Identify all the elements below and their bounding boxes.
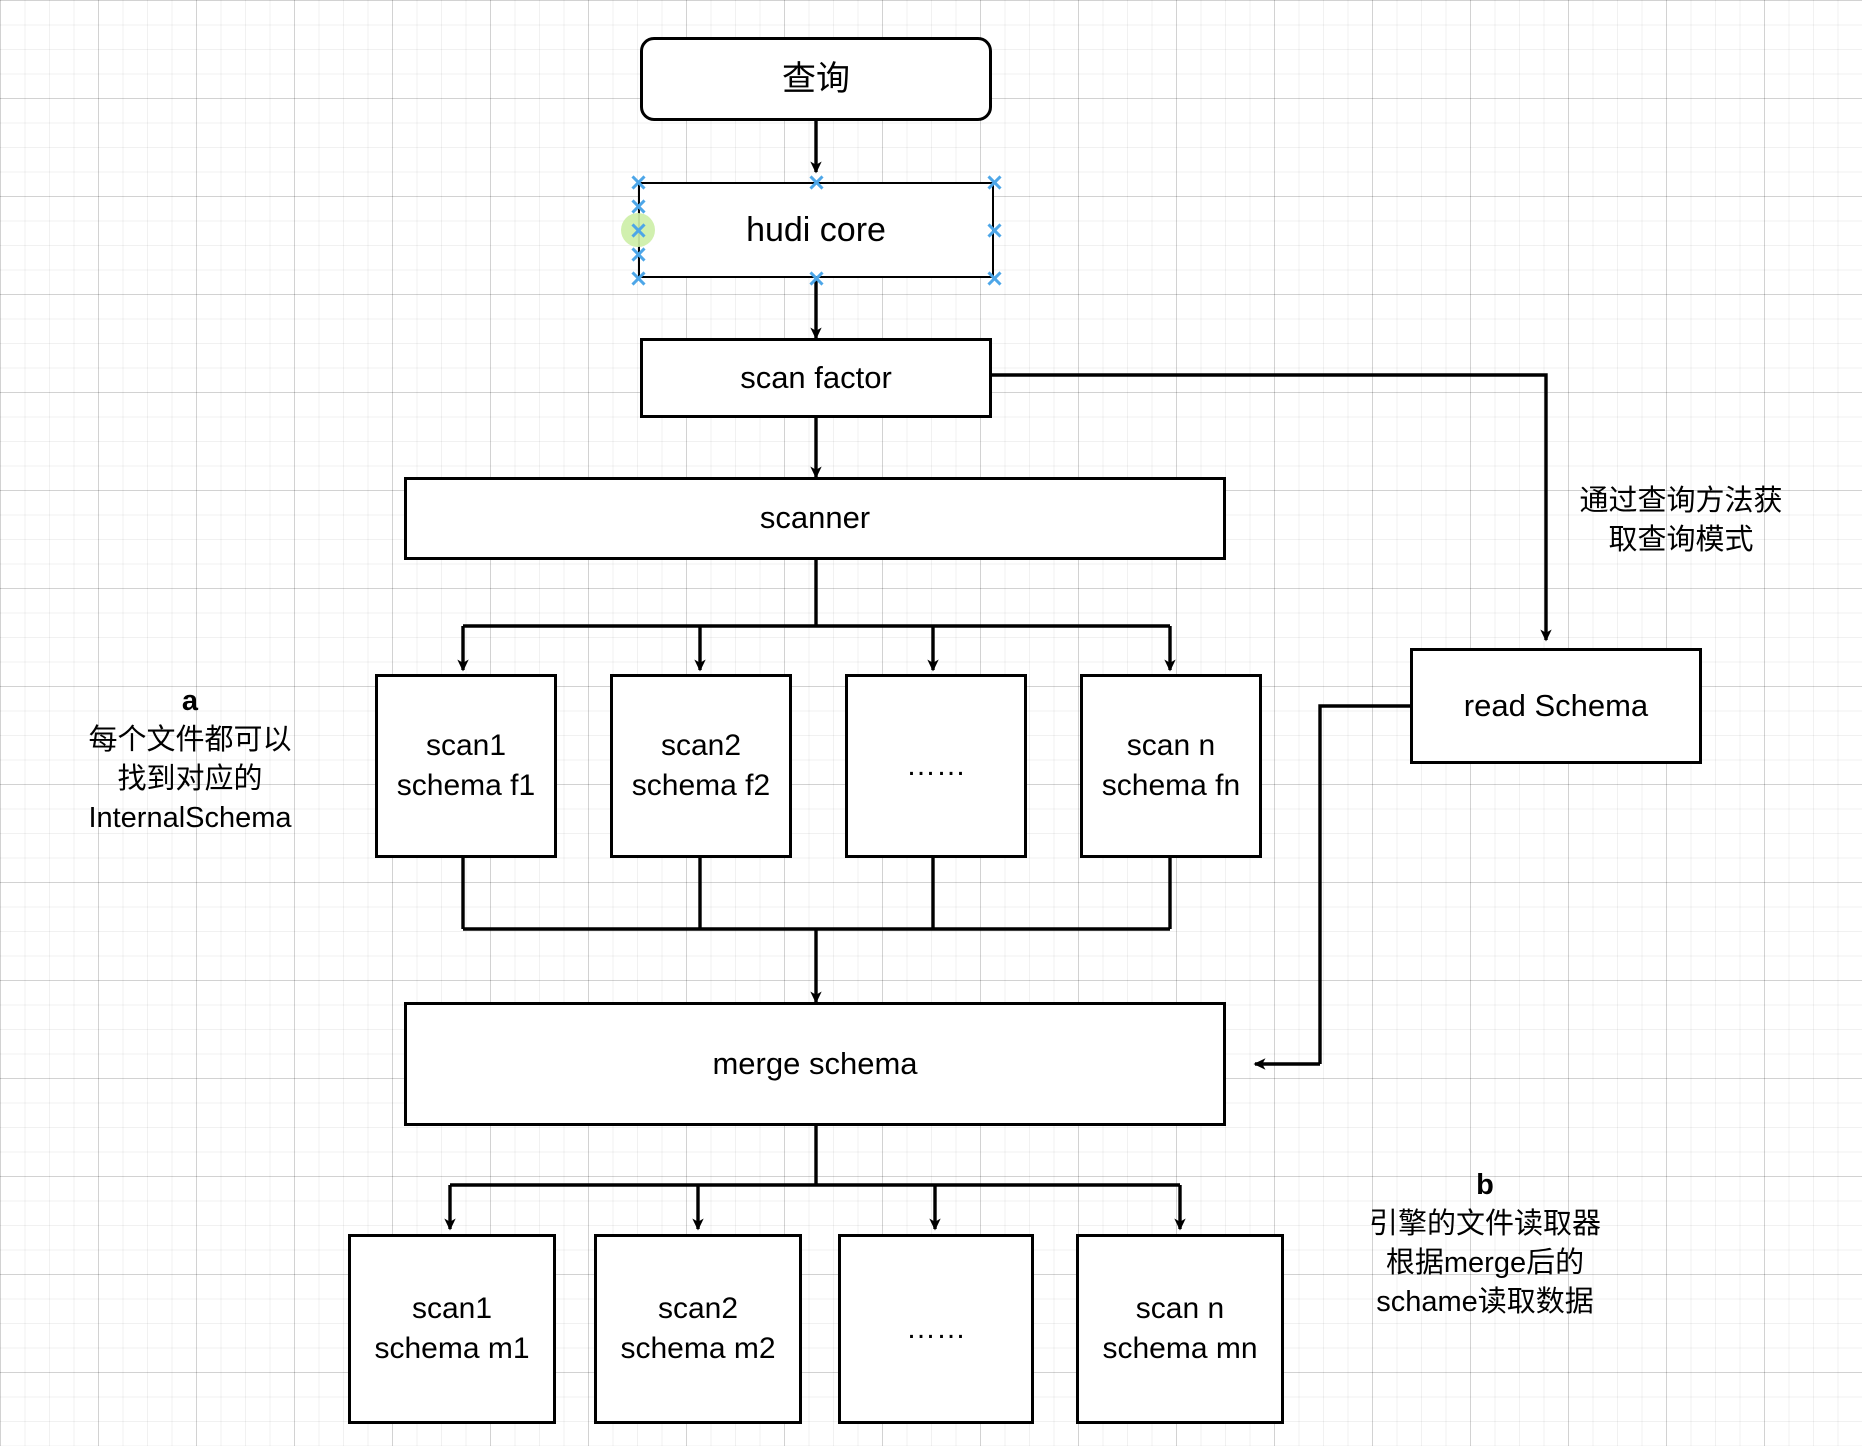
annotation-query-mode-line2: 取查询模式 [1608, 523, 1754, 556]
node-scan-f-ellipsis-line1: …… [906, 749, 966, 783]
annotation-note-b-tag: b [1476, 1169, 1494, 1201]
node-scan-f-n[interactable]: scan n schema fn [1080, 674, 1262, 858]
node-scan-m-n-line1: scan n [1135, 1292, 1225, 1326]
node-scan-f-2-line2: schema f2 [631, 769, 771, 802]
annotation-note-a-tag: a [181, 685, 199, 717]
annotation-note-a: a 每个文件都可以 找到对应的 InternalSchema [65, 682, 315, 837]
node-scan-f-n-line1: scan n [1126, 729, 1216, 763]
node-scan-m-1[interactable]: scan1 schema m1 [348, 1234, 556, 1424]
connection-handle-left-lower[interactable] [630, 246, 647, 263]
node-scan-m-ellipsis[interactable]: …… [838, 1234, 1034, 1424]
node-query-label: 查询 [782, 59, 850, 98]
resize-handle-top-left[interactable] [630, 174, 647, 191]
node-scan-m-2-line1: scan2 [657, 1292, 739, 1326]
annotation-note-a-line3: InternalSchema [88, 801, 292, 834]
annotation-note-b-line1: 引擎的文件读取器 [1368, 1207, 1601, 1240]
resize-handle-bottom-right[interactable] [986, 270, 1003, 287]
annotation-note-b-line3: schame读取数据 [1376, 1285, 1594, 1318]
node-query[interactable]: 查询 [640, 37, 992, 121]
resize-handle-top-center[interactable] [808, 174, 825, 191]
node-hudi-core-label: hudi core [746, 210, 886, 249]
node-scan-m-ellipsis-line1: …… [906, 1312, 966, 1346]
edge-readschema-hook [1318, 704, 1410, 1064]
node-scan-f-2[interactable]: scan2 schema f2 [610, 674, 792, 858]
annotation-note-b: b 引擎的文件读取器 根据merge后的 schame读取数据 [1340, 1166, 1630, 1321]
node-scan-f-2-line1: scan2 [660, 729, 742, 763]
annotation-query-mode-line1: 通过查询方法获 [1579, 485, 1783, 517]
annotation-note-b-line2: 根据merge后的 [1385, 1246, 1585, 1279]
resize-handle-middle-left[interactable] [630, 222, 647, 239]
node-scan-m-n[interactable]: scan n schema mn [1076, 1234, 1284, 1424]
node-scan-factor[interactable]: scan factor [640, 338, 992, 418]
annotation-query-mode: 通过查询方法获 取查询模式 [1556, 482, 1806, 560]
diagram-canvas[interactable]: 查询 hudi core scan factor scanner read Sc… [0, 0, 1862, 1446]
resize-handle-top-right[interactable] [986, 174, 1003, 191]
node-scan-m-2[interactable]: scan2 schema m2 [594, 1234, 802, 1424]
annotation-note-a-line1: 每个文件都可以 [88, 723, 292, 756]
node-scan-f-1[interactable]: scan1 schema f1 [375, 674, 557, 858]
node-read-schema[interactable]: read Schema [1410, 648, 1702, 764]
node-scanner-label: scanner [759, 500, 871, 536]
resize-handle-bottom-center[interactable] [808, 270, 825, 287]
resize-handle-bottom-left[interactable] [630, 270, 647, 287]
annotation-note-a-line2: 找到对应的 [117, 762, 263, 795]
node-read-schema-label: read Schema [1463, 687, 1649, 723]
node-scan-factor-label: scan factor [740, 359, 892, 395]
node-scanner[interactable]: scanner [404, 477, 1226, 560]
node-scan-m-2-line2: schema m2 [620, 1332, 776, 1365]
node-merge-schema[interactable]: merge schema [404, 1002, 1226, 1126]
connection-handle-left-upper[interactable] [630, 198, 647, 215]
node-scan-m-n-line2: schema mn [1102, 1332, 1258, 1365]
node-scan-f-1-line2: schema f1 [396, 769, 536, 802]
node-merge-schema-label: merge schema [712, 1045, 918, 1081]
node-scan-f-n-line2: schema fn [1101, 769, 1241, 802]
resize-handle-middle-right[interactable] [986, 222, 1003, 239]
node-scan-f-ellipsis[interactable]: …… [845, 674, 1027, 858]
node-scan-m-1-line2: schema m1 [374, 1332, 530, 1365]
node-hudi-core[interactable]: hudi core [638, 182, 994, 278]
node-scan-m-1-line1: scan1 [411, 1292, 493, 1326]
node-scan-f-1-line1: scan1 [425, 729, 507, 763]
